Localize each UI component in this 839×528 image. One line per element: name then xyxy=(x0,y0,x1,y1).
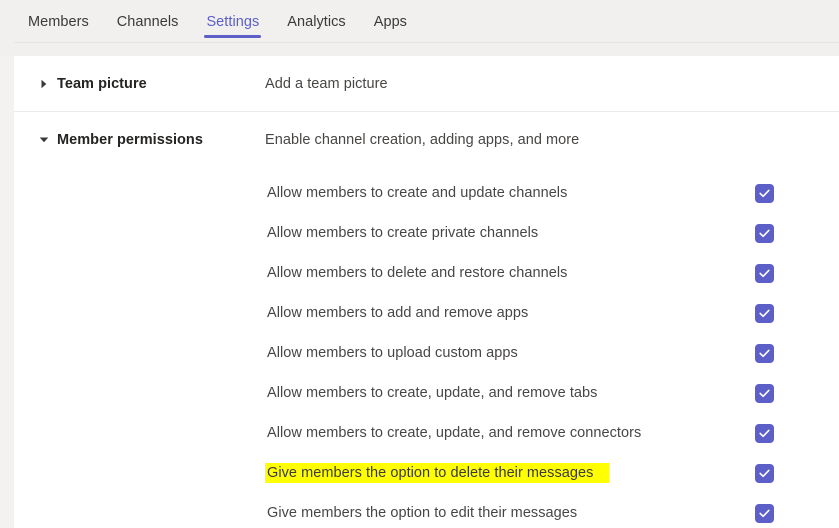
permission-row[interactable]: Allow members to create private channels xyxy=(14,213,839,253)
settings-section: Member permissions Enable channel creatio… xyxy=(14,111,839,528)
section-description: Enable channel creation, adding apps, an… xyxy=(265,131,580,148)
tab-analytics[interactable]: Analytics xyxy=(273,0,359,43)
permission-checkbox[interactable] xyxy=(755,223,774,243)
chevron-right-icon[interactable] xyxy=(38,78,50,90)
permission-checkbox[interactable] xyxy=(755,423,774,443)
permission-label: Allow members to delete and restore chan… xyxy=(267,265,568,281)
settings-section: Team picture Add a team picture xyxy=(14,56,839,111)
section-header-member-permissions[interactable]: Member permissions Enable channel creatio… xyxy=(14,112,839,167)
permission-row[interactable]: Allow members to create, update, and rem… xyxy=(14,373,839,413)
team-tab-bar: Members Channels Settings Analytics Apps xyxy=(0,0,839,56)
tab-channels[interactable]: Channels xyxy=(103,0,193,43)
section-title: Team picture xyxy=(57,75,147,92)
tab-strip: Members Channels Settings Analytics Apps xyxy=(14,0,421,43)
section-description: Add a team picture xyxy=(265,75,388,92)
permission-checkbox[interactable] xyxy=(755,263,774,283)
permission-checkbox[interactable] xyxy=(755,343,774,363)
tab-members[interactable]: Members xyxy=(14,0,103,43)
permission-checkbox[interactable] xyxy=(755,183,774,203)
chevron-down-icon[interactable] xyxy=(38,134,50,146)
section-title: Member permissions xyxy=(57,131,203,148)
permission-row[interactable]: Allow members to upload custom apps xyxy=(14,333,839,373)
permission-label: Allow members to create private channels xyxy=(267,225,539,241)
tab-label: Channels xyxy=(116,13,179,30)
permission-label: Allow members to add and remove apps xyxy=(267,305,529,321)
permission-label: Allow members to create, update, and rem… xyxy=(267,385,598,401)
tab-active-underline xyxy=(204,35,262,38)
permission-checkbox[interactable] xyxy=(755,303,774,323)
permission-checkbox[interactable] xyxy=(755,463,774,483)
permission-row[interactable]: Allow members to add and remove apps xyxy=(14,293,839,333)
permission-checkbox[interactable] xyxy=(755,503,774,523)
tab-settings[interactable]: Settings xyxy=(192,0,273,43)
permission-label: Allow members to create and update chann… xyxy=(267,185,568,201)
permission-label-highlighted: Give members the option to delete their … xyxy=(265,463,610,483)
team-settings-page: Members Channels Settings Analytics Apps Tea… xyxy=(0,0,839,528)
permission-label: Give members the option to edit their me… xyxy=(267,505,578,521)
permission-checkbox[interactable] xyxy=(755,383,774,403)
permission-row[interactable]: Give members the option to edit their me… xyxy=(14,493,839,528)
permission-label: Allow members to upload custom apps xyxy=(267,345,518,361)
tab-label: Apps xyxy=(373,13,407,30)
section-header-team-picture[interactable]: Team picture Add a team picture xyxy=(14,56,839,111)
permission-label: Allow members to create, update, and rem… xyxy=(267,425,642,441)
tab-apps[interactable]: Apps xyxy=(360,0,421,43)
tab-label: Analytics xyxy=(287,13,346,30)
permission-row[interactable]: Allow members to create and update chann… xyxy=(14,173,839,213)
permission-row[interactable]: Allow members to create, update, and rem… xyxy=(14,413,839,453)
tab-label: Members xyxy=(28,13,89,30)
tab-bar-divider xyxy=(14,42,839,43)
permission-row-list: Allow members to create and update chann… xyxy=(14,167,839,528)
permission-row[interactable]: Allow members to delete and restore chan… xyxy=(14,253,839,293)
settings-panel: Team picture Add a team picture Member per… xyxy=(14,56,839,528)
tab-label: Settings xyxy=(206,13,260,30)
permission-row[interactable]: Give members the option to delete their … xyxy=(14,453,839,493)
